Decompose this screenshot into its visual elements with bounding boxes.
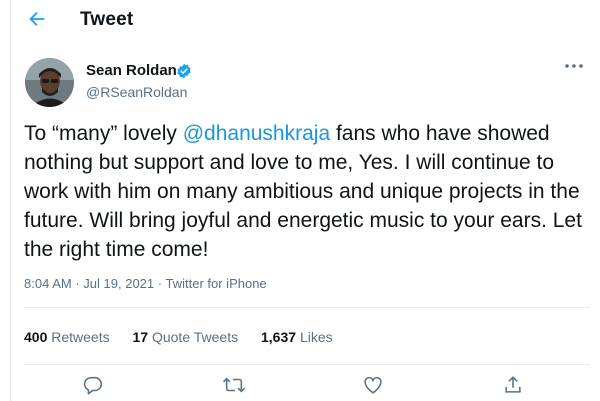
- share-icon[interactable]: [502, 374, 528, 398]
- retweets-label: Retweets: [51, 329, 110, 345]
- tweet-text: To “many” lovely @dhanushkraja fans who …: [24, 119, 589, 264]
- meta-separator: ·: [75, 276, 80, 291]
- back-arrow-icon[interactable]: [24, 8, 50, 34]
- tweet-header: Tweet: [0, 0, 600, 42]
- reply-icon[interactable]: [82, 374, 108, 398]
- retweet-icon[interactable]: [222, 374, 248, 398]
- divider-2: [24, 364, 590, 365]
- user-handle[interactable]: @RSeanRoldan: [86, 84, 187, 100]
- tweet-text-start: To “many” lovely: [24, 122, 183, 145]
- retweets-count: 400: [24, 329, 48, 345]
- action-bar: [0, 368, 600, 401]
- tweet-time[interactable]: 8:04 AM: [24, 276, 72, 291]
- divider: [24, 307, 590, 308]
- retweets-stat[interactable]: 400 Retweets: [24, 329, 110, 345]
- tweet-stats: 400 Retweets 17 Quote Tweets 1,637 Likes: [24, 329, 352, 345]
- page-title: Tweet: [80, 9, 134, 30]
- heart-icon[interactable]: [362, 374, 388, 398]
- tweet-meta: 8:04 AM · Jul 19, 2021 · Twitter for iPh…: [24, 276, 267, 291]
- tweet-date[interactable]: Jul 19, 2021: [83, 276, 154, 291]
- likes-stat[interactable]: 1,637 Likes: [261, 329, 333, 345]
- user-name[interactable]: Sean Roldan: [86, 62, 177, 79]
- tweet-source[interactable]: Twitter for iPhone: [166, 276, 267, 291]
- meta-separator-2: ·: [157, 276, 163, 291]
- avatar[interactable]: [25, 58, 74, 107]
- quote-tweets-stat[interactable]: 17 Quote Tweets: [133, 329, 239, 345]
- more-dots-icon[interactable]: [561, 57, 587, 77]
- column-border: [10, 0, 11, 401]
- arrow-left-icon: [29, 11, 45, 27]
- quote-tweets-count: 17: [132, 329, 149, 345]
- verified-badge-icon: [176, 63, 192, 79]
- mention-link[interactable]: @dhanushkraja: [183, 122, 330, 145]
- quote-tweets-label: Quote Tweets: [151, 329, 239, 345]
- likes-label: Likes: [299, 329, 333, 345]
- likes-count: 1,637: [261, 329, 297, 345]
